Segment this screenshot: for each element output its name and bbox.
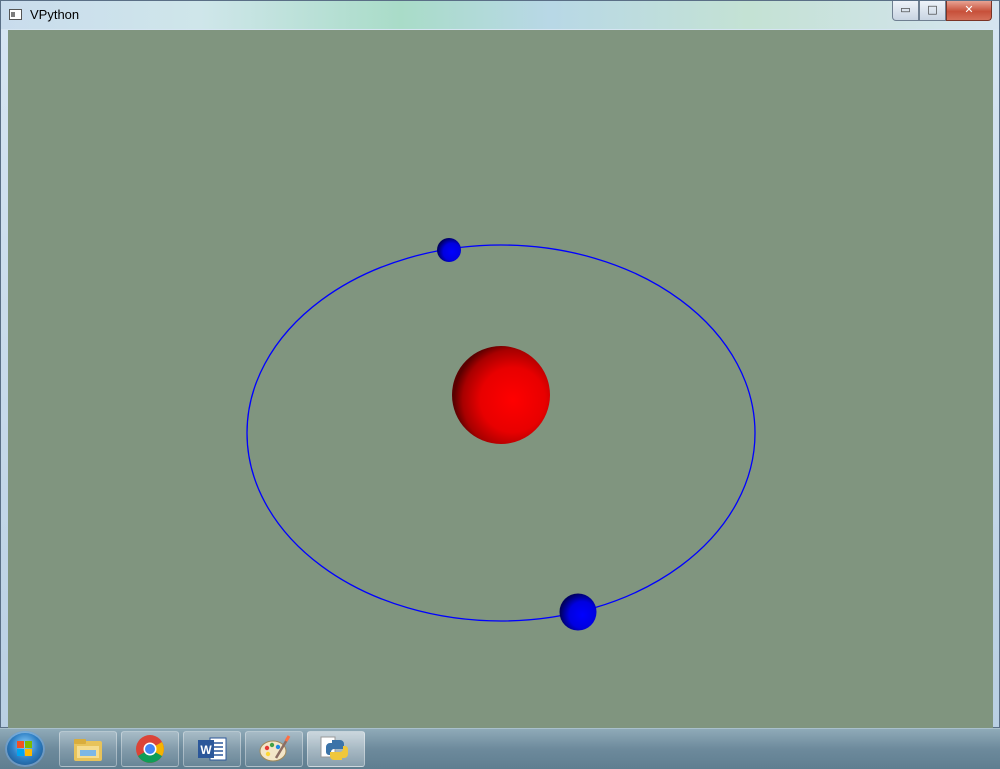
minimize-button[interactable]: ▭ — [892, 1, 919, 21]
window-title: VPython — [30, 7, 80, 22]
paint-icon — [259, 735, 291, 762]
3d-scene-canvas[interactable] — [8, 30, 993, 728]
scene-svg — [246, 238, 756, 631]
small-blue-sphere — [437, 238, 461, 262]
title-bar[interactable]: VPython ▭ □ ✕ — [1, 1, 999, 29]
central-red-sphere — [452, 346, 550, 444]
large-blue-sphere — [559, 593, 597, 631]
python-icon — [320, 736, 348, 760]
close-button[interactable]: ✕ — [946, 1, 992, 21]
chrome-icon — [136, 735, 164, 763]
app-icon[interactable] — [9, 9, 22, 20]
start-button[interactable] — [5, 731, 45, 767]
taskbar: W — [0, 728, 1000, 769]
close-icon: ✕ — [964, 3, 974, 16]
taskbar-word[interactable]: W — [183, 731, 241, 767]
vpython-window: VPython ▭ □ ✕ — [0, 0, 1000, 728]
svg-text:W: W — [200, 743, 212, 757]
minimize-icon: ▭ — [900, 3, 911, 16]
taskbar-paint[interactable] — [245, 731, 303, 767]
taskbar-file-explorer[interactable] — [59, 731, 117, 767]
word-icon: W — [198, 737, 227, 761]
taskbar-chrome[interactable] — [121, 731, 179, 767]
taskbar-python[interactable] — [307, 731, 365, 767]
file-explorer-icon — [74, 739, 102, 761]
maximize-icon: □ — [927, 3, 938, 16]
maximize-button[interactable]: □ — [919, 1, 946, 21]
